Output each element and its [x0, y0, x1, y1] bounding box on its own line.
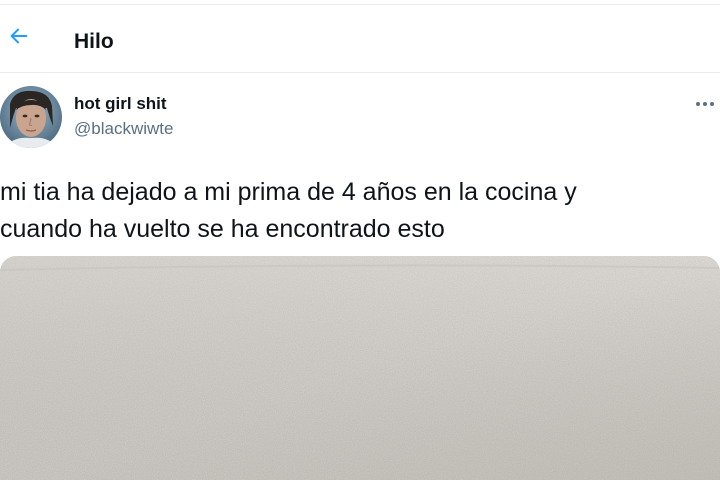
- tweet-text: mi tia ha dejado a mi prima de 4 años en…: [0, 178, 577, 243]
- tweet: hot girl shit @blackwiwte mi tia ha deja…: [0, 74, 720, 480]
- user-handle[interactable]: @blackwiwte: [74, 119, 173, 139]
- countertop-photo: [0, 256, 720, 480]
- page-title: Hilo: [74, 30, 114, 53]
- more-horizontal-icon: [696, 102, 714, 106]
- back-button[interactable]: [4, 21, 34, 51]
- thread-page: Hilo hot girl shit @blackwiwte mi tia ha…: [0, 0, 720, 480]
- avatar[interactable]: [0, 86, 62, 148]
- more-button[interactable]: [690, 92, 720, 116]
- thread-header: Hilo: [0, 5, 720, 73]
- avatar-image: [0, 86, 62, 148]
- tweet-media[interactable]: [0, 256, 720, 480]
- display-name[interactable]: hot girl shit: [74, 94, 167, 114]
- arrow-left-icon: [10, 28, 28, 44]
